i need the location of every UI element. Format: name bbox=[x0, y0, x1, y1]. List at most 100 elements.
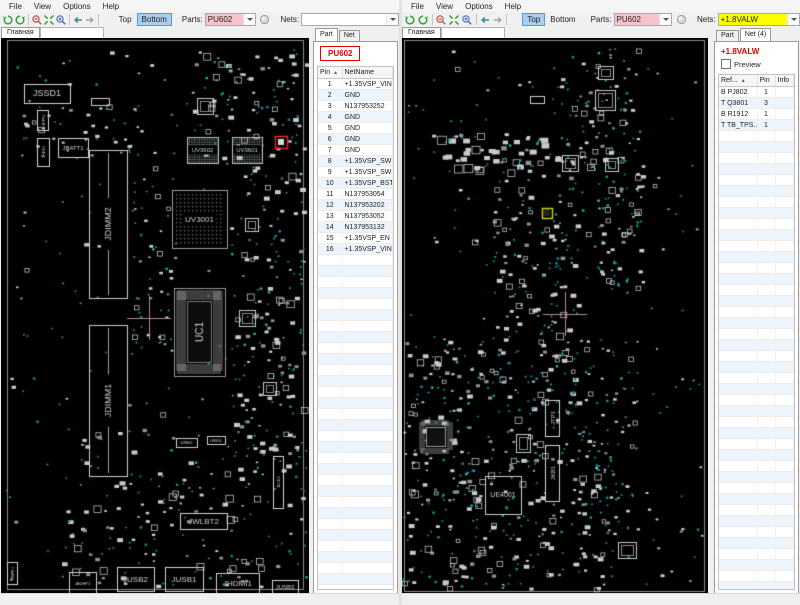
menu-help[interactable]: Help bbox=[97, 2, 125, 11]
menu-help[interactable]: Help bbox=[499, 2, 527, 11]
menu-view[interactable]: View bbox=[430, 2, 459, 11]
table-row-empty bbox=[719, 362, 794, 373]
table-row[interactable]: 9+1.35VSP_SW bbox=[318, 167, 393, 178]
chevron-down-icon[interactable] bbox=[787, 14, 799, 25]
menu-options[interactable]: Options bbox=[57, 2, 97, 11]
table-row-empty bbox=[719, 307, 794, 318]
preview-checkbox[interactable] bbox=[721, 59, 731, 69]
table-row-empty bbox=[318, 398, 393, 409]
table-row[interactable]: 3N137953252 bbox=[318, 101, 393, 112]
menu-view[interactable]: View bbox=[28, 2, 57, 11]
top-side-toggle[interactable]: Top bbox=[522, 13, 545, 26]
table-row-empty bbox=[318, 255, 393, 266]
table-row-empty bbox=[719, 395, 794, 406]
doc-tab-main[interactable]: Главная bbox=[402, 27, 441, 38]
tab-part[interactable]: Part bbox=[716, 30, 739, 41]
zoom-in-icon[interactable] bbox=[55, 13, 67, 26]
table-row[interactable]: 15+1.35VSP_EN bbox=[318, 233, 393, 244]
nets-combobox[interactable] bbox=[301, 13, 399, 26]
table-row-empty bbox=[719, 406, 794, 417]
pin-net-table[interactable]: Pin▲NetName1+1.35VSP_VIN2GND3N1379532524… bbox=[318, 67, 393, 585]
table-row-empty bbox=[719, 329, 794, 340]
table-row[interactable]: 8+1.35VSP_SW bbox=[318, 156, 393, 167]
table-row-empty bbox=[318, 288, 393, 299]
table-row[interactable]: 4GND bbox=[318, 112, 393, 123]
table-row[interactable]: T Q38013 bbox=[719, 98, 794, 109]
pcb-top-view-canvas[interactable] bbox=[1, 38, 309, 594]
table-row-empty bbox=[719, 538, 794, 549]
column-header[interactable]: NetName bbox=[342, 67, 393, 79]
back-arrow-icon[interactable] bbox=[479, 13, 492, 26]
rotate-cw-icon[interactable] bbox=[417, 13, 430, 26]
zoom-in-icon[interactable] bbox=[461, 13, 474, 26]
column-header[interactable]: Pin bbox=[757, 75, 775, 87]
table-row[interactable]: B R19121 bbox=[719, 109, 794, 120]
rotate-ccw-icon[interactable] bbox=[2, 13, 14, 26]
table-row[interactable]: 7GND bbox=[318, 145, 393, 156]
forward-arrow-icon[interactable] bbox=[491, 13, 504, 26]
table-row[interactable]: T TB_TPS..1 bbox=[719, 120, 794, 131]
table-row[interactable]: B PJ8021 bbox=[719, 87, 794, 98]
tab-part[interactable]: Part bbox=[315, 28, 338, 41]
bottom-side-toggle[interactable]: Bottom bbox=[545, 13, 580, 26]
top-side-toggle[interactable]: Top bbox=[114, 13, 137, 26]
zoom-fit-icon[interactable] bbox=[43, 13, 55, 26]
table-row[interactable]: 1+1.35VSP_VIN bbox=[318, 79, 393, 90]
table-row-empty bbox=[318, 519, 393, 530]
table-row-empty bbox=[318, 354, 393, 365]
board-area: Главная bbox=[1, 27, 310, 594]
zoom-fit-icon[interactable] bbox=[448, 13, 461, 26]
table-row-empty bbox=[318, 552, 393, 563]
table-row-empty bbox=[719, 340, 794, 351]
table-row[interactable]: 2GND bbox=[318, 90, 393, 101]
column-header[interactable]: Ref...▲ bbox=[719, 75, 757, 87]
table-row[interactable]: 5GND bbox=[318, 123, 393, 134]
highlight-bulb-icon[interactable] bbox=[259, 14, 270, 26]
pcb-bottom-view-canvas[interactable] bbox=[402, 38, 708, 594]
rotate-cw-icon[interactable] bbox=[14, 13, 26, 26]
menu-file[interactable]: File bbox=[405, 2, 430, 11]
table-row[interactable]: 13N137953052 bbox=[318, 211, 393, 222]
net-refs-table[interactable]: Ref...▲PinInfoB PJ8021T Q38013B R19121T … bbox=[719, 75, 794, 590]
parts-combobox[interactable]: PU602 bbox=[614, 13, 673, 26]
table-row-empty bbox=[318, 453, 393, 464]
table-row[interactable]: 6GND bbox=[318, 134, 393, 145]
doc-tab-main[interactable]: Главная bbox=[1, 27, 40, 38]
table-row[interactable]: 12N137953202 bbox=[318, 200, 393, 211]
table-row[interactable]: 11N137953054 bbox=[318, 189, 393, 200]
table-row-empty bbox=[719, 274, 794, 285]
table-row[interactable]: 10+1.35VSP_BST bbox=[318, 178, 393, 189]
column-header[interactable]: Pin▲ bbox=[318, 67, 342, 79]
forward-arrow-icon[interactable] bbox=[84, 13, 96, 26]
column-header[interactable]: Info bbox=[775, 75, 794, 87]
table-row[interactable]: 16+1.35VSP_VIN bbox=[318, 244, 393, 255]
side-panel: Part Net (4) +1.8VALW Preview Ref...▲Pin… bbox=[714, 28, 799, 594]
back-arrow-icon[interactable] bbox=[72, 13, 84, 26]
bottom-side-toggle[interactable]: Bottom bbox=[137, 13, 172, 26]
rotate-ccw-icon[interactable] bbox=[404, 13, 417, 26]
doc-tab-extra bbox=[441, 27, 505, 38]
chevron-down-icon[interactable] bbox=[243, 14, 255, 25]
menu-options[interactable]: Options bbox=[459, 2, 499, 11]
table-row-empty bbox=[318, 266, 393, 277]
nets-combobox[interactable]: +1.8VALW bbox=[718, 13, 800, 26]
nets-label: Nets: bbox=[697, 15, 716, 24]
zoom-out-icon[interactable] bbox=[435, 13, 448, 26]
doc-tab-extra bbox=[40, 27, 104, 38]
zoom-out-icon[interactable] bbox=[31, 13, 43, 26]
tab-net[interactable]: Net (4) bbox=[740, 28, 771, 41]
panel-body: +1.8VALW Preview Ref...▲PinInfoB PJ8021T… bbox=[714, 41, 799, 594]
parts-combobox[interactable]: PU602 bbox=[205, 13, 257, 26]
table-row-empty bbox=[318, 277, 393, 288]
table-row-empty bbox=[318, 497, 393, 508]
table-row-empty bbox=[318, 475, 393, 486]
tab-net[interactable]: Net bbox=[339, 30, 360, 41]
highlight-bulb-icon[interactable] bbox=[675, 14, 687, 26]
chevron-down-icon[interactable] bbox=[659, 14, 671, 25]
preview-label: Preview bbox=[734, 60, 761, 69]
pin-table-wrap: Pin▲NetName1+1.35VSP_VIN2GND3N1379532524… bbox=[317, 66, 394, 590]
table-row[interactable]: 14N137953132 bbox=[318, 222, 393, 233]
toolbar: Top Bottom Parts: PU602 Nets: +1.8VALW bbox=[402, 12, 800, 27]
menu-file[interactable]: File bbox=[3, 2, 28, 11]
chevron-down-icon[interactable] bbox=[386, 14, 398, 25]
